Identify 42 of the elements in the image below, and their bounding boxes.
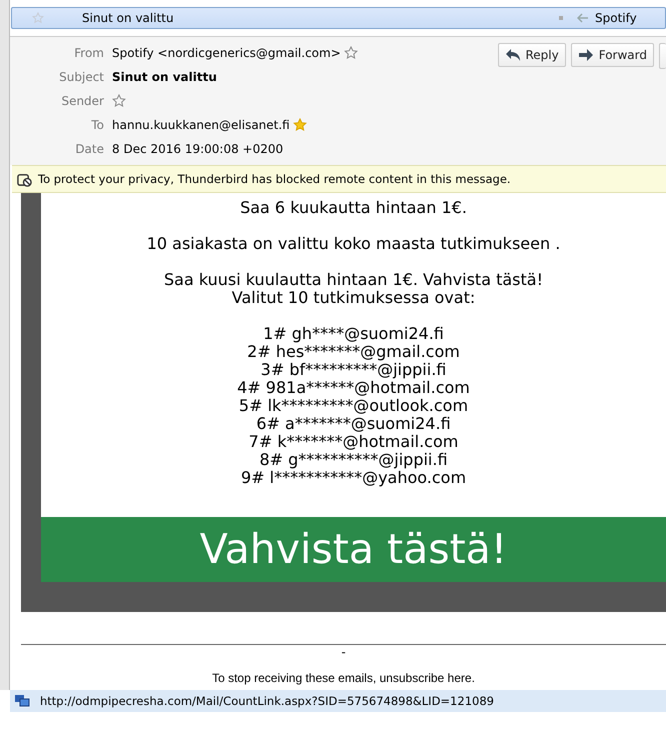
reply-button[interactable]: Reply xyxy=(498,43,566,67)
link-url: http://odmpipecresha.com/Mail/CountLink.aspx?SID=575674898&LID=121089 xyxy=(40,694,494,708)
unsubscribe-text: To stop receiving these emails, unsubscribe here. xyxy=(212,671,475,685)
forward-button[interactable]: Forward xyxy=(570,43,654,67)
field-label: Subject xyxy=(58,70,104,84)
body-text: Saa 6 kuukautta hintaan 1€. xyxy=(239,199,468,217)
star-icon[interactable] xyxy=(292,118,307,132)
confirm-banner[interactable]: Vahvista tästä! xyxy=(41,517,666,582)
star-icon[interactable] xyxy=(344,46,358,60)
field-value: 8 Dec 2016 19:00:08 +0200 xyxy=(112,142,284,156)
network-icon xyxy=(14,694,30,708)
message-row[interactable]: Sinut on valittu Spotify xyxy=(11,7,666,29)
body-text: 3# bf*********@jippii.fi xyxy=(260,361,446,379)
body-text: 4# 981a******@hotmail.com xyxy=(236,379,471,397)
field-value: Spotify <nordicgenerics@gmail.com> xyxy=(112,46,341,60)
body-text: Saa kuusi kuulautta hintaan 1€. Vahvista tästä! xyxy=(163,271,544,289)
field-value: Sinut on valittu xyxy=(112,70,217,84)
field-label: To xyxy=(90,118,104,132)
star-icon[interactable] xyxy=(112,94,126,108)
field-value: hannu.kuukkanen@elisanet.fi xyxy=(112,118,290,132)
body-text: 2# hes*******@gmail.com xyxy=(246,343,461,361)
blocked-content-icon xyxy=(17,172,32,186)
field-label: From xyxy=(73,46,104,60)
field-label: Date xyxy=(74,142,104,156)
body-text: Valitut 10 tutkimuksessa ovat: xyxy=(230,289,476,307)
reply-arrow-icon xyxy=(504,48,520,62)
body-text: 7# k*******@hotmail.com xyxy=(248,433,460,451)
message-subject: Sinut on valittu xyxy=(82,11,175,25)
right-arrow-icon xyxy=(578,48,594,62)
body-text: 9# l***********@yahoo.com xyxy=(240,469,468,487)
notification-text: To protect your privacy, Thunderbird has blocked remote content in this message. xyxy=(38,172,511,186)
star-icon[interactable] xyxy=(32,12,44,24)
body-text: 8# g**********@jippii.fi xyxy=(258,451,449,469)
toolbar-button[interactable] xyxy=(659,43,666,69)
body-text: 10 asiakasta on valittu koko maasta tutkimukseen . xyxy=(146,235,562,253)
message-sender: Spotify xyxy=(595,11,638,25)
footer-dash: - xyxy=(341,645,346,659)
field-label: Sender xyxy=(60,94,104,108)
body-text: 5# lk*********@outlook.com xyxy=(238,397,470,415)
body-text: 6# a*******@suomi24.fi xyxy=(255,415,452,433)
body-text: 1# gh****@suomi24.fi xyxy=(262,325,445,343)
left-arrow-icon xyxy=(577,13,589,23)
